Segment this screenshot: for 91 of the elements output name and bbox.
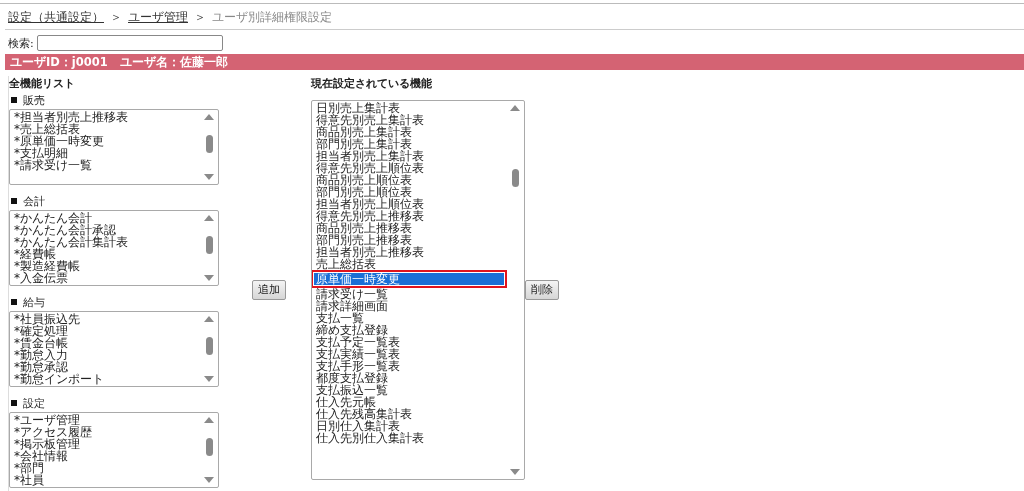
list-option[interactable]: *担当者別売上推移表 (12, 111, 202, 123)
scrollbar-thumb[interactable] (206, 438, 213, 456)
search-label: 検索: (8, 35, 34, 51)
list-option[interactable]: 担当者別売上順位表 (314, 198, 504, 210)
list-option[interactable]: 仕入先残高集計表 (314, 408, 504, 420)
list-option[interactable]: 商品別売上順位表 (314, 174, 504, 186)
scroll-up-arrow-icon[interactable] (509, 104, 521, 112)
list-option[interactable]: 売上総括表 (314, 258, 504, 270)
list-option[interactable]: *製造経費帳 (12, 260, 202, 272)
list-option[interactable]: 商品別売上推移表 (314, 222, 504, 234)
breadcrumb-current: ユーザ別詳細権限設定 (212, 9, 332, 26)
list-option[interactable]: 日別仕入集計表 (314, 420, 504, 432)
list-option[interactable]: 請求詳細画面 (314, 300, 504, 312)
list-option[interactable]: *ユーザ管理 (12, 414, 202, 426)
list-option[interactable]: 得意先別売上集計表 (314, 114, 504, 126)
scroll-up-arrow-icon[interactable] (203, 113, 215, 121)
list-option[interactable]: *掲示板管理 (12, 438, 202, 450)
list-heading: 現在設定されている機能 (311, 76, 432, 90)
list-option[interactable]: 得意先別売上順位表 (314, 162, 504, 174)
list-option[interactable]: 仕入先元帳 (314, 396, 504, 408)
list-option[interactable]: 支払振込一覧 (314, 384, 504, 396)
list-option[interactable]: *入金伝票 (12, 272, 202, 284)
list-option[interactable]: *請求受け一覧 (12, 159, 202, 171)
list-option[interactable]: *会社情報 (12, 450, 202, 462)
user-info-bar: ユーザID：j0001 ユーザ名：佐藤一郎 (5, 54, 1024, 70)
scroll-up-arrow-icon[interactable] (203, 416, 215, 424)
list-option[interactable]: 担当者別売上集計表 (314, 150, 504, 162)
function-listbox[interactable]: *社員振込先 *確定処理 *賃金台帳 *勤怠入力 *勤怠承認 *勤怠インポート (9, 311, 219, 387)
scrollbar-thumb[interactable] (206, 135, 213, 153)
group-heading: 会計 (23, 193, 45, 209)
list-option[interactable]: 仕入先別仕入集計表 (314, 432, 504, 444)
list-option[interactable]: *確定処理 (12, 325, 202, 337)
list-option[interactable]: *かんたん会計承認 (12, 224, 202, 236)
list-option[interactable]: *かんたん会計集計表 (12, 236, 202, 248)
scrollbar-thumb[interactable] (512, 169, 519, 187)
scroll-down-arrow-icon[interactable] (203, 274, 215, 282)
breadcrumb-separator: ＞ (194, 9, 206, 26)
list-option[interactable]: *経費帳 (12, 248, 202, 260)
breadcrumb-link[interactable]: 設定（共通設定） (8, 9, 104, 26)
list-option[interactable]: 締め支払登録 (314, 324, 504, 336)
list-option[interactable]: 商品別売上集計表 (314, 126, 504, 138)
list-option[interactable]: 部門別売上推移表 (314, 234, 504, 246)
function-listbox[interactable]: *担当者別売上推移表 *売上総括表 *原単価一時変更 *支払明細 *請求受け一覧 (9, 109, 219, 185)
scrollbar-thumb[interactable] (206, 236, 213, 254)
selected-list-option[interactable]: 原単価一時変更 (314, 273, 504, 285)
group-heading: 給与 (23, 294, 45, 310)
list-option[interactable]: 担当者別売上推移表 (314, 246, 504, 258)
breadcrumb-separator: ＞ (110, 9, 122, 26)
search-field[interactable] (36, 35, 223, 51)
list-option[interactable]: 支払予定一覧表 (314, 336, 504, 348)
square-bullet-icon (11, 198, 17, 204)
group-heading: 設定 (23, 395, 45, 411)
list-option[interactable]: 日別売上集計表 (314, 102, 504, 114)
list-option[interactable]: *勤怠承認 (12, 361, 202, 373)
list-option[interactable]: 都度支払登録 (314, 372, 504, 384)
list-option[interactable]: 支払手形一覧表 (314, 360, 504, 372)
scrollbar-thumb[interactable] (206, 337, 213, 355)
scroll-down-arrow-icon[interactable] (203, 375, 215, 383)
list-option[interactable]: 支払一覧 (314, 312, 504, 324)
add-button[interactable]: 追加 (252, 280, 286, 300)
scroll-down-arrow-icon[interactable] (509, 468, 521, 476)
list-option[interactable]: *社員振込先 (12, 313, 202, 325)
list-option[interactable]: *かんたん会計 (12, 212, 202, 224)
scroll-down-arrow-icon[interactable] (203, 173, 215, 181)
list-option[interactable]: *社員 (12, 474, 202, 486)
list-option[interactable]: *賃金台帳 (12, 337, 202, 349)
list-option[interactable]: *勤怠入力 (12, 349, 202, 361)
list-option[interactable]: *支払明細 (12, 147, 202, 159)
square-bullet-icon (11, 299, 17, 305)
list-option[interactable]: *売上総括表 (12, 123, 202, 135)
list-heading: 全機能リスト (9, 76, 75, 91)
list-option[interactable]: *アクセス履歴 (12, 426, 202, 438)
list-option[interactable]: *原単価一時変更 (12, 135, 202, 147)
breadcrumb-link[interactable]: ユーザ管理 (128, 9, 188, 26)
list-option[interactable]: *部門 (12, 462, 202, 474)
list-option[interactable]: 支払実績一覧表 (314, 348, 504, 360)
function-listbox[interactable]: *かんたん会計 *かんたん会計承認 *かんたん会計集計表 *経費帳 *製造経費帳 *入金伝票 (9, 210, 219, 286)
list-option[interactable]: 得意先別売上推移表 (314, 210, 504, 222)
scroll-up-arrow-icon[interactable] (203, 214, 215, 222)
delete-button[interactable]: 削除 (525, 280, 559, 300)
scroll-up-arrow-icon[interactable] (203, 315, 215, 323)
square-bullet-icon (11, 400, 17, 406)
current-function-listbox[interactable] (311, 100, 525, 480)
square-bullet-icon (11, 97, 17, 103)
list-option[interactable]: *勤怠インポート (12, 373, 202, 385)
list-option[interactable]: 請求受け一覧 (314, 288, 504, 300)
group-heading: 販売 (23, 92, 45, 108)
list-option[interactable]: 部門別売上順位表 (314, 186, 504, 198)
scroll-down-arrow-icon[interactable] (203, 476, 215, 484)
function-listbox[interactable]: *ユーザ管理 *アクセス履歴 *掲示板管理 *会社情報 *部門 *社員 (9, 412, 219, 488)
list-option[interactable]: 部門別売上集計表 (314, 138, 504, 150)
